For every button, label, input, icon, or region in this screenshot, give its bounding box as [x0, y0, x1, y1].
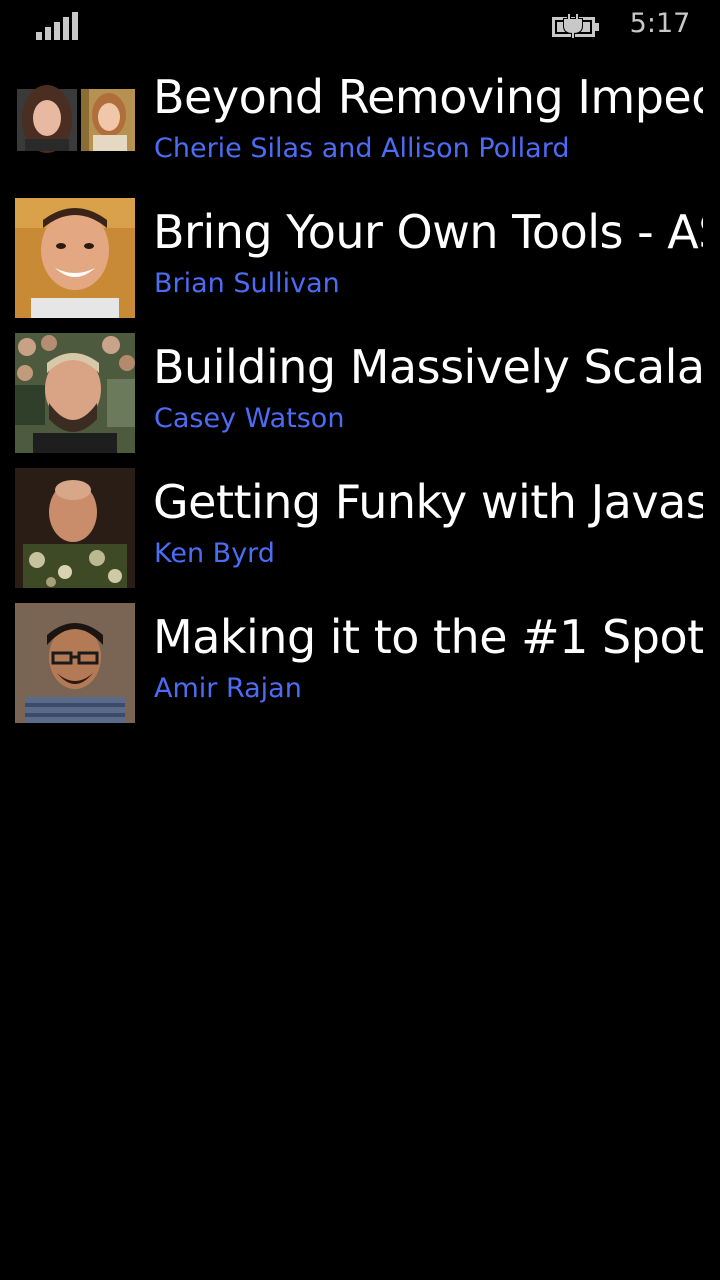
session-speaker: Casey Watson: [154, 403, 345, 434]
session-title: Getting Funky with Javascript: [153, 475, 703, 529]
session-speaker: Amir Rajan: [154, 673, 302, 704]
session-speaker: Brian Sullivan: [154, 268, 340, 299]
speaker-photo: [15, 603, 135, 723]
session-item[interactable]: Beyond Removing Impediments Cherie Silas…: [15, 63, 720, 198]
session-title: Building Massively Scalable Applications: [153, 340, 703, 394]
session-item[interactable]: Making it to the #1 Spot in the Store Am…: [15, 603, 720, 738]
two-speakers-photo: [15, 63, 135, 183]
session-item[interactable]: Building Massively Scalable Applications…: [15, 333, 720, 468]
battery-charging-icon: [552, 12, 600, 40]
session-item[interactable]: Getting Funky with Javascript Ken Byrd: [15, 468, 720, 603]
status-bar: 5:17: [0, 0, 720, 52]
status-time: 5:17: [629, 8, 691, 39]
session-item[interactable]: Bring Your Own Tools - ASP.NET Brian Sul…: [15, 198, 720, 333]
speaker-photo: [15, 468, 135, 588]
session-title: Making it to the #1 Spot in the Store: [153, 610, 703, 664]
signal-bars-icon: [36, 12, 80, 40]
session-speaker: Cherie Silas and Allison Pollard: [154, 133, 570, 164]
speaker-photo: [15, 333, 135, 453]
session-title: Bring Your Own Tools - ASP.NET: [153, 205, 703, 259]
session-speaker: Ken Byrd: [154, 538, 275, 569]
session-title: Beyond Removing Impediments: [153, 70, 703, 124]
speaker-photo: [15, 198, 135, 318]
session-list: Beyond Removing Impediments Cherie Silas…: [15, 63, 720, 738]
